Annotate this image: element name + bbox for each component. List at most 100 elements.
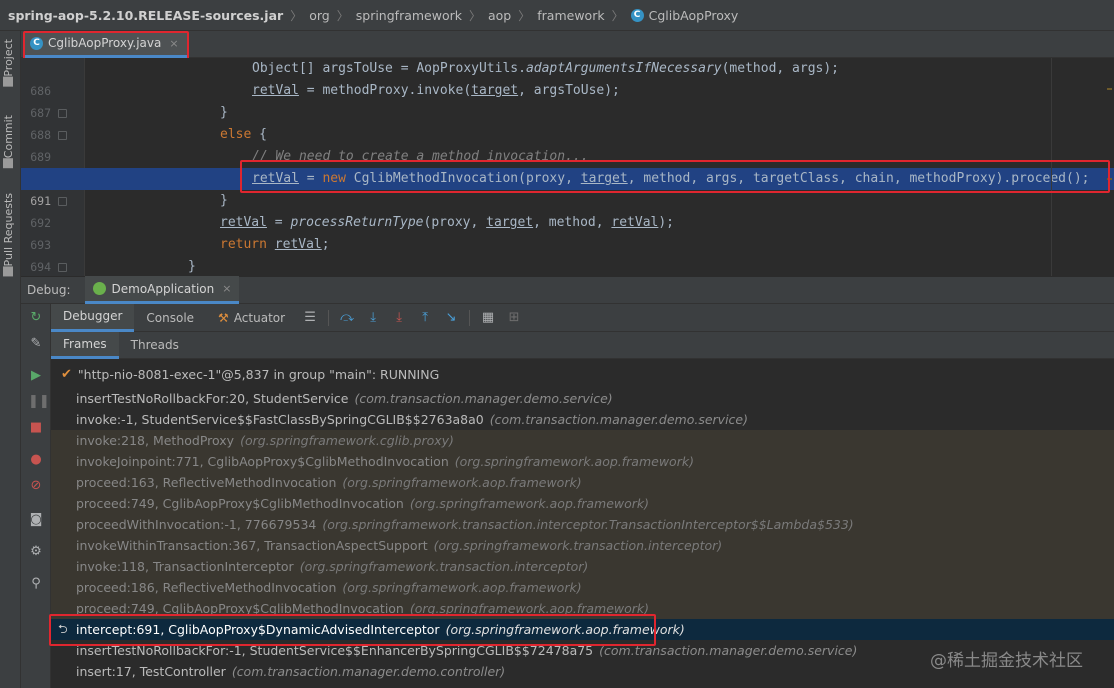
- breadcrumb-item-jar[interactable]: spring-aop-5.2.10.RELEASE-sources.jar: [8, 8, 283, 23]
- pull-requests-tool-tab[interactable]: Pull Requests: [2, 193, 15, 280]
- frame-method: insertTestNoRollbackFor:-1, StudentServi…: [76, 643, 594, 658]
- breadcrumb-separator: 〉: [336, 8, 349, 23]
- frame-package: (org.springframework.transaction.interce…: [433, 538, 723, 553]
- code-line-691: 691 retVal = new CglibMethodInvocation(p…: [21, 168, 1114, 208]
- menu-icon[interactable]: ☰: [302, 310, 318, 326]
- step-over-icon[interactable]: ⤼: [339, 310, 355, 326]
- fold-marker[interactable]: [58, 263, 67, 272]
- code-line-686: 686 Object[] argsToUse = AopProxyUtils.a…: [21, 58, 1114, 98]
- code-editor[interactable]: 686 Object[] argsToUse = AopProxyUtils.a…: [21, 58, 1114, 276]
- frame-row[interactable]: proceed:186, ReflectiveMethodInvocation (…: [51, 577, 1114, 598]
- tab-actuator[interactable]: ⚒ Actuator: [206, 304, 297, 332]
- editor-tab-bar: C CglibAopProxy.java ×: [21, 31, 1114, 58]
- settings-wrench-icon[interactable]: ✎: [28, 336, 44, 352]
- trace-icon[interactable]: ⊞: [506, 310, 522, 326]
- class-icon: C: [630, 8, 644, 22]
- breadcrumb: spring-aop-5.2.10.RELEASE-sources.jar 〉 …: [0, 0, 1114, 31]
- project-tool-tab[interactable]: Project: [2, 39, 15, 91]
- commit-icon: [3, 158, 14, 169]
- toolbar-separator: [469, 309, 471, 326]
- frame-row[interactable]: ⮌ intercept:691, CglibAopProxy$DynamicAdv…: [51, 619, 1114, 640]
- debug-session-label: DemoApplication: [111, 281, 215, 296]
- frame-method: intercept:691, CglibAopProxy$DynamicAdvi…: [76, 622, 440, 637]
- pause-icon[interactable]: ❚❚: [28, 394, 50, 410]
- frame-method: proceed:749, CglibAopProxy$CglibMethodIn…: [76, 496, 404, 511]
- code-line-687: 687 retVal = methodProxy.invoke(target, …: [21, 80, 1114, 120]
- check-icon: ✔: [61, 367, 72, 382]
- frame-package: (com.transaction.manager.demo.controller…: [231, 664, 506, 679]
- step-into-icon[interactable]: ⤓: [365, 310, 381, 326]
- frame-method: proceed:163, ReflectiveMethodInvocation: [76, 475, 337, 490]
- left-tool-strip: Project Commit Pull Requests: [0, 31, 21, 688]
- tab-threads[interactable]: Threads: [119, 332, 191, 359]
- frame-row[interactable]: proceed:163, ReflectiveMethodInvocation (…: [51, 472, 1114, 493]
- frame-package: (com.transaction.manager.demo.service): [599, 643, 858, 658]
- frames-list[interactable]: ✔ "http-nio-8081-exec-1"@5,837 in group …: [51, 359, 1114, 688]
- frame-row[interactable]: invoke:218, MethodProxy (org.springframew…: [51, 430, 1114, 451]
- breadcrumb-item-class[interactable]: CglibAopProxy: [649, 8, 739, 23]
- folder-icon: [3, 76, 14, 87]
- fold-marker[interactable]: [58, 197, 67, 206]
- frame-package: (org.springframework.aop.framework): [454, 454, 694, 469]
- run-to-cursor-icon[interactable]: ↘: [443, 310, 459, 326]
- tab-debugger-label: Debugger: [63, 309, 123, 323]
- camera-icon[interactable]: ◙: [28, 512, 44, 528]
- return-arrow-icon: ⮌: [58, 622, 68, 636]
- debugger-toolbar: Debugger Console ⚒ Actuator ☰ ⤼ ⤓ ⤓ ⤒ ↘ ▦…: [51, 303, 1114, 332]
- breadcrumb-separator: 〉: [468, 8, 481, 23]
- frame-method: invokeJoinpoint:771, CglibAopProxy$Cglib…: [76, 454, 449, 469]
- actuator-icon: ⚒: [218, 310, 229, 325]
- step-out-icon[interactable]: ⤒: [417, 310, 433, 326]
- gear-icon[interactable]: ⚙: [28, 544, 44, 560]
- frame-package: (org.springframework.aop.framework): [409, 601, 650, 616]
- editor-tab-label: CglibAopProxy.java: [48, 36, 162, 50]
- breadcrumb-item-org[interactable]: org: [309, 8, 330, 23]
- class-icon: C: [30, 36, 43, 50]
- resume-icon[interactable]: ▶: [28, 368, 44, 384]
- frame-row[interactable]: invoke:118, TransactionInterceptor (org.s…: [51, 556, 1114, 577]
- close-icon[interactable]: ×: [169, 37, 178, 50]
- force-step-into-icon[interactable]: ⤓: [391, 310, 407, 326]
- frame-row[interactable]: proceedWithInvocation:-1, 776679534 (org.…: [51, 514, 1114, 535]
- pull-requests-tool-label: Pull Requests: [2, 193, 15, 267]
- code-line-693: 693 retVal = processReturnType(proxy, ta…: [21, 212, 1114, 252]
- stop-icon[interactable]: ■: [28, 420, 44, 436]
- frame-package: (org.springframework.transaction.interce…: [322, 517, 854, 532]
- frame-row[interactable]: proceed:749, CglibAopProxy$CglibMethodIn…: [51, 493, 1114, 514]
- commit-tool-label: Commit: [2, 115, 15, 159]
- tab-threads-label: Threads: [130, 338, 179, 352]
- tab-debugger[interactable]: Debugger: [51, 303, 135, 332]
- view-breakpoints-icon[interactable]: ●: [28, 452, 44, 468]
- frame-row[interactable]: insertTestNoRollbackFor:20, StudentServi…: [51, 388, 1114, 409]
- breadcrumb-separator: 〉: [290, 8, 303, 23]
- frame-method: insertTestNoRollbackFor:20, StudentServi…: [76, 391, 349, 406]
- scrollbar-marker[interactable]: [1107, 178, 1112, 180]
- tab-console-label: Console: [146, 310, 195, 325]
- breadcrumb-item-framework[interactable]: framework: [537, 8, 604, 23]
- close-icon[interactable]: ×: [222, 282, 231, 295]
- code-line-690: 690 // We need to create a method invoca…: [21, 146, 1114, 186]
- fold-marker[interactable]: [58, 131, 67, 140]
- fold-marker[interactable]: [58, 109, 67, 118]
- breadcrumb-item-springframework[interactable]: springframework: [356, 8, 462, 23]
- tab-frames[interactable]: Frames: [51, 331, 119, 359]
- frame-method: proceedWithInvocation:-1, 776679534: [76, 517, 317, 532]
- right-margin-guide: [1051, 58, 1052, 276]
- pin-icon[interactable]: ⚲: [28, 576, 44, 592]
- frame-row[interactable]: invokeJoinpoint:771, CglibAopProxy$Cglib…: [51, 451, 1114, 472]
- frame-row[interactable]: invoke:-1, StudentService$$FastClassBySp…: [51, 409, 1114, 430]
- rerun-icon[interactable]: ↻: [28, 310, 44, 326]
- debug-side-toolbar: ↻ ✎ ▶ ❚❚ ■ ● ⊘ ◙ ⚙ ⚲: [21, 304, 51, 688]
- scrollbar-marker[interactable]: [1107, 88, 1112, 90]
- tab-console[interactable]: Console: [134, 304, 206, 332]
- editor-tab-cglibaopproxy[interactable]: C CglibAopProxy.java ×: [24, 31, 187, 58]
- frame-row[interactable]: proceed:749, CglibAopProxy$CglibMethodIn…: [51, 598, 1114, 619]
- frame-row[interactable]: invokeWithinTransaction:367, Transaction…: [51, 535, 1114, 556]
- debug-session-tab[interactable]: DemoApplication ×: [84, 276, 240, 304]
- breadcrumb-item-aop[interactable]: aop: [488, 8, 511, 23]
- mute-breakpoints-icon[interactable]: ⊘: [28, 478, 44, 494]
- evaluate-expression-icon[interactable]: ▦: [480, 310, 496, 326]
- commit-tool-tab[interactable]: Commit: [2, 115, 15, 172]
- code-line-695: 695 }: [21, 256, 1114, 276]
- thread-selector[interactable]: ✔ "http-nio-8081-exec-1"@5,837 in group …: [51, 364, 1114, 385]
